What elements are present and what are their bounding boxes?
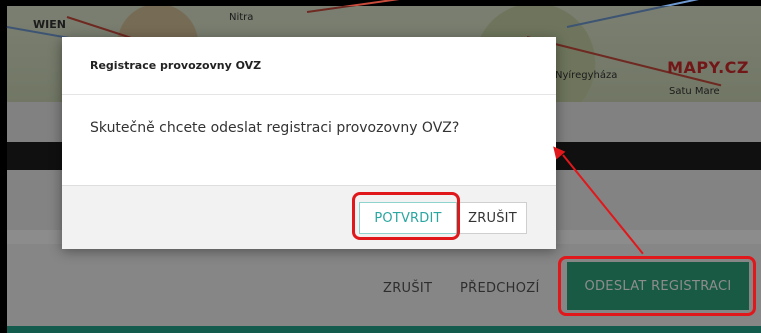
frame-border-left: [0, 0, 7, 333]
annotation-highlight-confirm: [352, 192, 460, 240]
confirm-dialog: Registrace provozovny OVZ Skutečně chcet…: [62, 37, 556, 249]
dialog-footer: POTVRDIT ZRUŠIT: [62, 185, 556, 249]
screenshot-frame: WIEN Nitra Nyíregyháza Satu Mare MAPY.CZ…: [0, 0, 761, 333]
dialog-title: Registrace provozovny OVZ: [90, 59, 262, 72]
dialog-header: Registrace provozovny OVZ: [62, 37, 556, 95]
annotation-highlight-submit: [558, 256, 756, 316]
dialog-message: Skutečně chcete odeslat registraci provo…: [90, 120, 460, 136]
dialog-cancel-button[interactable]: ZRUŠIT: [458, 202, 527, 234]
